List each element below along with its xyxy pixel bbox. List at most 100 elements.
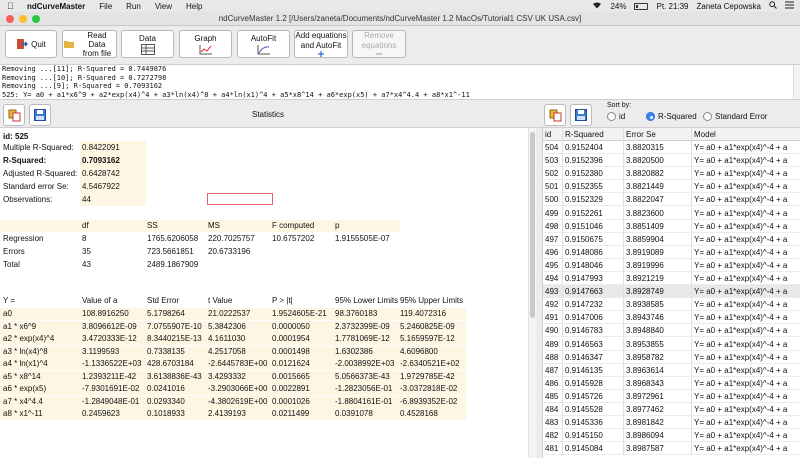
table-cell: 4.1611030: [208, 334, 246, 343]
table-row[interactable]: a7 * x4^4.4 -1.2849048E-01 0.0293340 -4.380…: [0, 395, 466, 408]
clock[interactable]: Pt. 21:39: [656, 2, 688, 11]
data-button[interactable]: Data: [121, 30, 174, 58]
table-row[interactable]: 488 0.9146347 3.8958782 Y= a0 + a1*exp(x4)^…: [543, 350, 800, 364]
table-header[interactable]: Y = Value of a Std Error t Value P > |t| 95% …: [0, 295, 466, 307]
table-row[interactable]: 502 0.9152380 3.8820882 Y= a0 + a1*exp(x4)^…: [543, 167, 800, 181]
table-row[interactable]: 504 0.9152404 3.8820315 Y= a0 + a1*exp(x4)^…: [543, 141, 800, 154]
table-row[interactable]: 492 0.9147232 3.8938585 Y= a0 + a1*exp(x4)^…: [543, 298, 800, 312]
table-row[interactable]: 499 0.9152261 3.8823600 Y= a0 + a1*exp(x4)^…: [543, 206, 800, 220]
table-row[interactable]: a2 * exp(x4)^4 3.4720333E-12 8.3440215E-13…: [0, 333, 466, 345]
table-cell: 3.8968343: [624, 376, 692, 390]
table-row[interactable]: a6 * exp(x5) -7.9301691E-02 0.0241016 -3.29…: [0, 383, 466, 395]
table-row[interactable]: 489 0.9146563 3.8953855 Y= a0 + a1*exp(x4)^…: [543, 337, 800, 351]
table-row[interactable]: 497 0.9150675 3.8859904 Y= a0 + a1*exp(x4)^…: [543, 232, 800, 246]
table-cell: 8.3440215E-13: [147, 334, 202, 343]
table-cell: -7.9301691E-02: [82, 384, 140, 393]
menu-file[interactable]: File: [99, 2, 112, 11]
table-row[interactable]: 487 0.9146135 3.8963614 Y= a0 + a1*exp(x4)^…: [543, 363, 800, 377]
table-cell: a4 * ln(x1)^4: [3, 359, 48, 368]
graph-button[interactable]: Graph: [179, 30, 232, 58]
toolbar: Quit Read Data from file Data Graph Auto…: [0, 27, 800, 63]
scrollbar-thumb[interactable]: [530, 132, 535, 318]
table-row[interactable]: a4 * ln(x1)^4 -1.1336522E+03 428.6703184 -2…: [0, 358, 466, 370]
table-cell: Y= a0 + a1*exp(x4)^-4 + a: [692, 416, 800, 429]
user-name[interactable]: Żaneta Cepowska: [697, 2, 761, 11]
table-cell: 3.8851409: [624, 219, 692, 233]
radio-button[interactable]: [607, 112, 616, 121]
table-row[interactable]: 491 0.9147006 3.8943746 Y= a0 + a1*exp(x4)^…: [543, 311, 800, 325]
table-row[interactable]: a3 * ln(x4)^8 3.1199593 0.7338135 4.2517058…: [0, 345, 466, 358]
graph-icon: [199, 44, 212, 54]
table-cell: 0.0391078: [335, 409, 373, 418]
table-row[interactable]: 486 0.9145928 3.8968343 Y= a0 + a1*exp(x4)^…: [543, 376, 800, 390]
table-cell: a6 * exp(x5): [3, 384, 47, 393]
table-row[interactable]: 490 0.9146783 3.8948840 Y= a0 + a1*exp(x4)^…: [543, 324, 800, 338]
sort-id-radio[interactable]: id: [607, 112, 625, 121]
radio-button-selected[interactable]: [646, 112, 655, 121]
autofit-button[interactable]: AutoFit: [237, 30, 290, 58]
battery-icon[interactable]: [634, 2, 649, 10]
table-cell: 8: [82, 234, 87, 243]
app-menu[interactable]: ndCurveMaster: [27, 2, 85, 11]
table-row[interactable]: Regression 8 1765.6206058 220.7025757 10.675…: [0, 233, 400, 245]
table-row[interactable]: 485 0.9145726 3.8972961 Y= a0 + a1*exp(x4)^…: [543, 389, 800, 403]
table-row[interactable]: a8 * x1^-11 0.2459623 0.1018933 2.4139193 0.…: [0, 408, 466, 420]
sort-standard-error-radio[interactable]: Standard Error: [703, 112, 767, 121]
table-cell: Y= a0 + a1*exp(x4)^-4 + a: [692, 246, 800, 259]
radio-button[interactable]: [703, 112, 712, 121]
table-row[interactable]: 498 0.9151046 3.8851409 Y= a0 + a1*exp(x4)^…: [543, 219, 800, 233]
read-data-button[interactable]: Read Data from file: [62, 30, 117, 58]
table-cell: 500: [543, 193, 563, 207]
table-row[interactable]: 500 0.9152329 3.8822047 Y= a0 + a1*exp(x4)^…: [543, 193, 800, 207]
table-row[interactable]: 493 0.9147663 3.8928749 Y= a0 + a1*exp(x4)^…: [543, 285, 800, 299]
list-icon[interactable]: [785, 1, 794, 11]
close-window-button[interactable]: [6, 15, 14, 23]
save-models-button[interactable]: [570, 104, 592, 126]
table-cell: Y= a0 + a1*exp(x4)^-4 + a: [692, 429, 800, 442]
selected-cell[interactable]: [207, 193, 273, 205]
table-row[interactable]: 494 0.9147993 3.8921219 Y= a0 + a1*exp(x4)^…: [543, 272, 800, 285]
log-scrollbar[interactable]: [793, 65, 800, 99]
table-header[interactable]: id R-Squared Error Se Model: [543, 128, 800, 141]
table-row[interactable]: a5 * x8^14 1.2393211E-42 3.6138836E-43 3.42…: [0, 370, 466, 383]
copy-models-button[interactable]: [544, 104, 566, 126]
table-row[interactable]: 483 0.9145336 3.8981842 Y= a0 + a1*exp(x4)^…: [543, 416, 800, 430]
table-row[interactable]: a0 108.8916250 5.1798264 21.0222537 1.952460…: [0, 308, 466, 320]
table-header[interactable]: df SS MS F computed p: [0, 220, 400, 232]
table-cell: -1.2823056E-01: [335, 384, 393, 393]
table-row[interactable]: 501 0.9152355 3.8821449 Y= a0 + a1*exp(x4)^…: [543, 180, 800, 194]
table-row[interactable]: 503 0.9152396 3.8820500 Y= a0 + a1*exp(x4)^…: [543, 154, 800, 168]
add-equations-button[interactable]: Add equations and AutoFit: [294, 30, 348, 58]
minimize-window-button[interactable]: [19, 15, 27, 23]
remove-equations-button[interactable]: Remove equations: [352, 30, 406, 58]
table-cell: 502: [543, 167, 563, 181]
table-row[interactable]: 496 0.9148086 3.8919089 Y= a0 + a1*exp(x4)^…: [543, 245, 800, 259]
table-cell: 220.7025757: [208, 234, 255, 243]
zoom-window-button[interactable]: [32, 15, 40, 23]
table-row[interactable]: 484 0.9145528 3.8977462 Y= a0 + a1*exp(x4)^…: [543, 403, 800, 416]
apple-icon[interactable]: : [7, 1, 19, 11]
menu-help[interactable]: Help: [186, 2, 202, 11]
menu-view[interactable]: View: [155, 2, 172, 11]
table-cell: 494: [543, 272, 563, 285]
table-cell: 1.2393211E-42: [82, 371, 137, 381]
menu-run[interactable]: Run: [126, 2, 141, 11]
log-line: Removing ...[11]; R-Squared = 0.7449876: [2, 65, 167, 73]
table-cell: 0.0000050: [272, 321, 310, 331]
table-cell: 0.9152380: [563, 167, 624, 181]
log-output[interactable]: Removing ...[11]; R-Squared = 0.7449876 …: [0, 64, 800, 100]
table-row[interactable]: Total 43 2489.1867909: [0, 259, 400, 271]
search-icon[interactable]: [769, 1, 777, 11]
statistics-scrollbar[interactable]: [528, 128, 536, 458]
table-row[interactable]: 481 0.9145084 3.8987587 Y= a0 + a1*exp(x4)^…: [543, 442, 800, 456]
table-row[interactable]: a1 * x6^9 3.8096612E-09 7.0755907E-10 5.384…: [0, 320, 466, 333]
table-cell: 98.3760183: [335, 309, 378, 318]
table-cell: 487: [543, 363, 563, 377]
wifi-icon[interactable]: [592, 1, 602, 11]
quit-button[interactable]: Quit: [5, 30, 57, 58]
table-row[interactable]: 482 0.9145150 3.8986094 Y= a0 + a1*exp(x4)^…: [543, 429, 800, 443]
table-row[interactable]: Errors 35 723.5661851 20.6733196: [0, 246, 400, 258]
table-row[interactable]: 495 0.9148046 3.8919996 Y= a0 + a1*exp(x4)^…: [543, 258, 800, 272]
sort-r-squared-radio[interactable]: R-Squared: [646, 112, 697, 121]
table-cell: 3.8938585: [624, 298, 692, 312]
